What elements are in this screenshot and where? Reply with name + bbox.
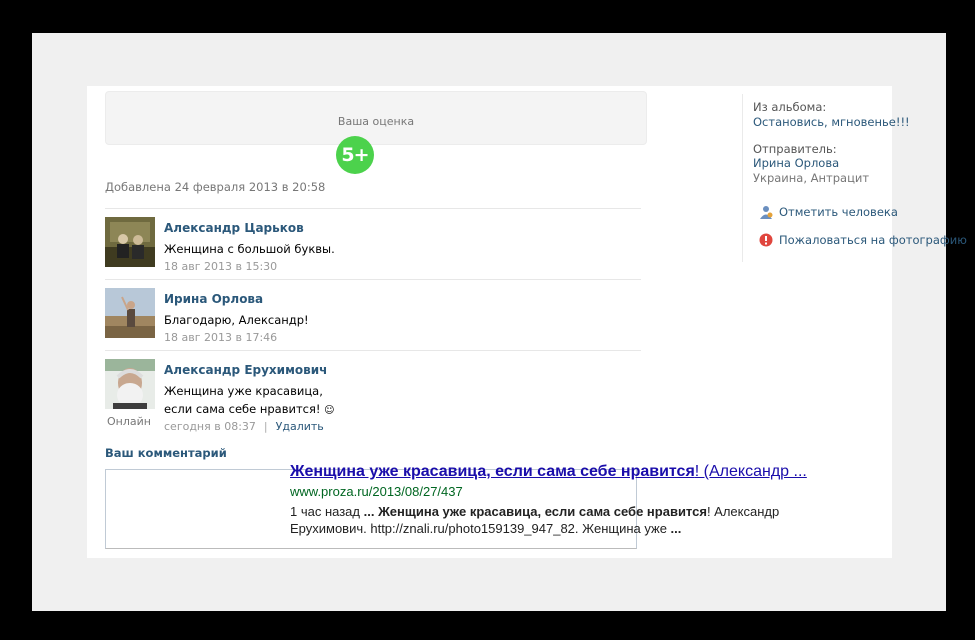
rating-badge[interactable]: 5+ (336, 136, 374, 174)
comment-date: 18 авг 2013 в 17:46 (164, 331, 278, 344)
rating-box: Ваша оценка 5+ (105, 91, 647, 174)
tag-person-label: Отметить человека (779, 205, 898, 219)
avatar[interactable] (105, 288, 155, 338)
report-photo-label: Пожаловаться на фотографию (779, 233, 967, 247)
snippet-dots: ... (666, 521, 682, 536)
rating-label: Ваша оценка (337, 115, 415, 128)
comment-text-line: Благодарю, Александр! (164, 313, 309, 327)
search-title-rest: ! (Александр ... (694, 463, 807, 480)
comment-item: Ирина Орлова Благодарю, Александр! 18 ав… (105, 279, 641, 346)
sender-link[interactable]: Ирина Орлова (753, 156, 839, 170)
search-result-url: www.proza.ru/2013/08/27/437 (290, 484, 463, 499)
photo-sidebar: Из альбома: Остановись, мгновенье!!! Отп… (742, 94, 975, 262)
search-result-overlay: Женщина уже красавица, если сама себе нр… (290, 463, 840, 537)
comment-text-line: если сама себе нравится! ☺ (164, 400, 424, 420)
search-result-title[interactable]: Женщина уже красавица, если сама себе нр… (290, 463, 840, 481)
album-link[interactable]: Остановись, мгновенье!!! (753, 115, 910, 129)
comment-author[interactable]: Александр Ерухимович (164, 363, 327, 377)
comment-author[interactable]: Александр Царьков (164, 221, 304, 235)
comment-text: Женщина с большой буквы. (164, 240, 424, 258)
album-label: Из альбома: (753, 100, 827, 114)
comment-text-line: Женщина с большой буквы. (164, 242, 335, 256)
comment-text: Женщина уже красавица, если сама себе нр… (164, 382, 424, 420)
avatar[interactable] (105, 217, 155, 267)
person-icon (759, 205, 773, 219)
delete-comment-link[interactable]: Удалить (276, 420, 324, 433)
snippet-dots: ... (360, 504, 379, 519)
search-title-bold: Женщина уже красавица, если сама себе нр… (290, 463, 695, 480)
comment-item: Александр Царьков Женщина с большой букв… (105, 208, 641, 275)
smiley-icon: ☺ (324, 405, 335, 416)
sender-location: Украина, Антрацит (753, 171, 870, 185)
comment-date: сегодня в 08:37 (164, 420, 256, 433)
search-result-snippet: 1 час назад ... Женщина уже красавица, е… (290, 503, 840, 537)
snippet-time: 1 час назад (290, 504, 360, 519)
snippet-bold: Женщина уже красавица, если сама себе нр… (378, 504, 707, 519)
comment-form-label: Ваш комментарий (105, 446, 227, 460)
comment-item: Онлайн Александр Ерухимович Женщина уже … (105, 350, 641, 433)
photo-added-date: Добавлена 24 февраля 2013 в 20:58 (105, 180, 326, 194)
comment-meta: сегодня в 08:37 | Удалить (164, 420, 324, 433)
comment-date: 18 авг 2013 в 15:30 (164, 260, 278, 273)
comment-author[interactable]: Ирина Орлова (164, 292, 263, 306)
alert-icon (759, 233, 773, 247)
comment-text: Благодарю, Александр! (164, 311, 424, 329)
sender-label: Отправитель: (753, 142, 837, 156)
online-status: Онлайн (107, 415, 151, 428)
separator: | (263, 420, 268, 433)
avatar[interactable] (105, 359, 155, 409)
tag-person-action[interactable]: Отметить человека (759, 205, 898, 219)
comment-text-line-part: если сама себе нравится! (164, 402, 321, 416)
comment-text-line: Женщина уже красавица, (164, 384, 323, 398)
report-photo-action[interactable]: Пожаловаться на фотографию (759, 233, 967, 247)
